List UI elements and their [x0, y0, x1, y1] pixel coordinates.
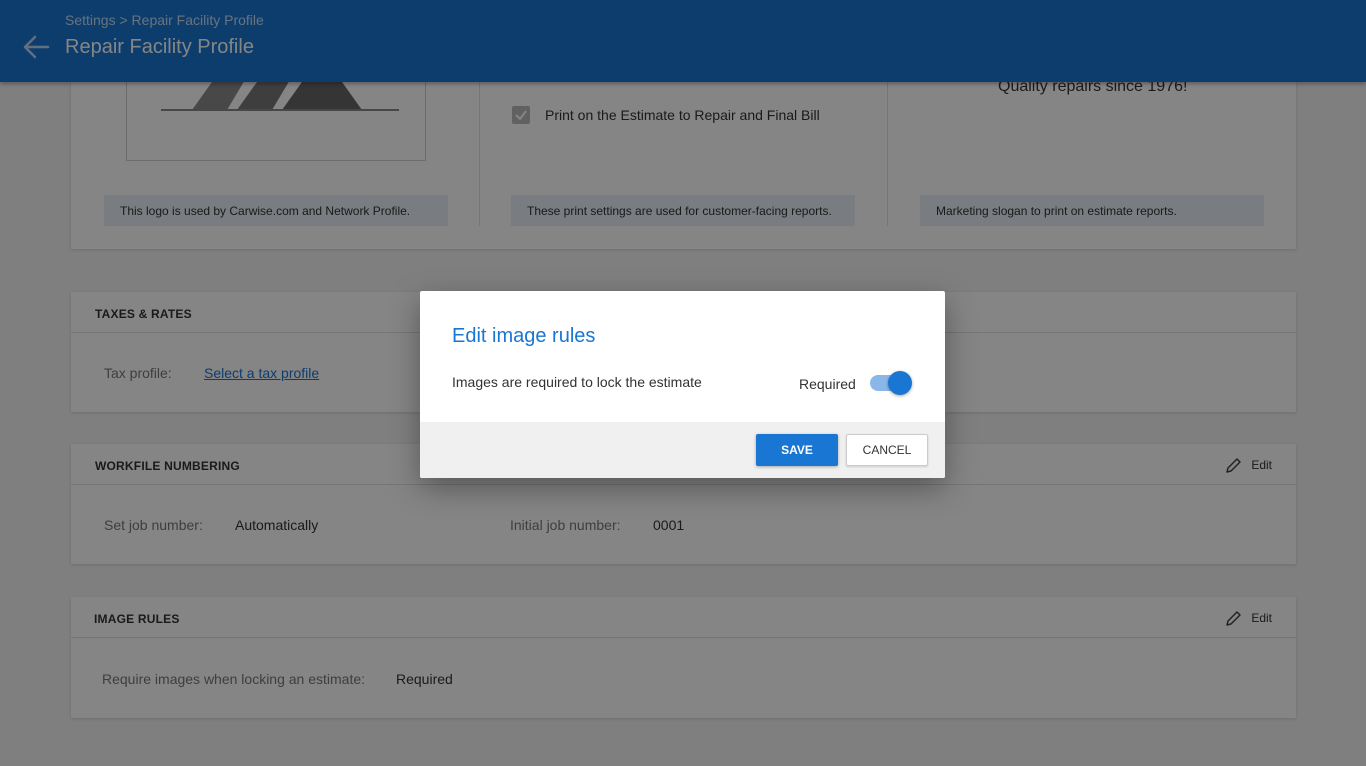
toggle-thumb — [888, 371, 912, 395]
required-toggle[interactable] — [870, 371, 914, 395]
dialog-title: Edit image rules — [452, 325, 596, 347]
toggle-label: Required — [799, 376, 856, 392]
save-button[interactable]: SAVE — [756, 434, 838, 466]
cancel-button[interactable]: CANCEL — [846, 434, 928, 466]
edit-image-rules-dialog: Edit image rules Images are required to … — [420, 291, 945, 478]
dialog-footer: SAVE CANCEL — [420, 422, 945, 478]
dialog-description: Images are required to lock the estimate — [452, 374, 702, 390]
